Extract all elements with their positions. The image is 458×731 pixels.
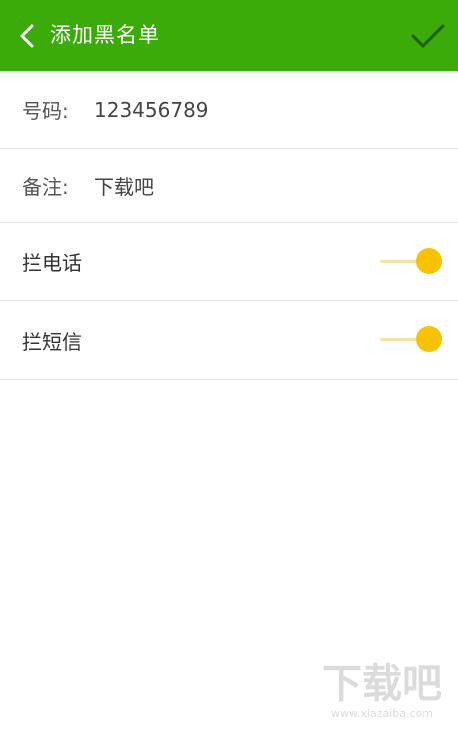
block-sms-toggle[interactable]	[380, 326, 442, 354]
block-calls-label: 拦电话	[22, 251, 82, 275]
note-label: 备注:	[22, 175, 69, 199]
watermark-logo: 下载吧 www.xiazaiba.com	[312, 653, 452, 723]
block-calls-toggle[interactable]	[380, 247, 442, 276]
block-calls-row[interactable]: 拦电话	[0, 223, 458, 301]
number-input[interactable]: 123456789	[94, 71, 209, 148]
checkmark-icon	[411, 24, 445, 48]
chevron-left-icon	[20, 24, 34, 48]
number-label: 号码:	[22, 99, 69, 123]
page-title: 添加黑名单	[50, 23, 160, 47]
svg-text:下载吧: 下载吧	[322, 661, 442, 707]
block-sms-row[interactable]: 拦短信	[0, 301, 458, 380]
block-sms-label: 拦短信	[22, 329, 82, 354]
note-input[interactable]: 下载吧	[94, 149, 154, 222]
toggle-knob	[416, 247, 442, 274]
watermark-logo-image: 下载吧 www.xiazaiba.com	[322, 661, 442, 720]
confirm-button[interactable]	[408, 14, 448, 58]
number-row[interactable]: 号码: 123456789	[0, 71, 458, 149]
app-header: 添加黑名单	[0, 0, 458, 71]
svg-text:www.xiazaiba.com: www.xiazaiba.com	[331, 707, 433, 720]
back-button[interactable]	[10, 16, 44, 56]
toggle-knob	[416, 326, 442, 352]
note-row[interactable]: 备注: 下载吧	[0, 149, 458, 223]
